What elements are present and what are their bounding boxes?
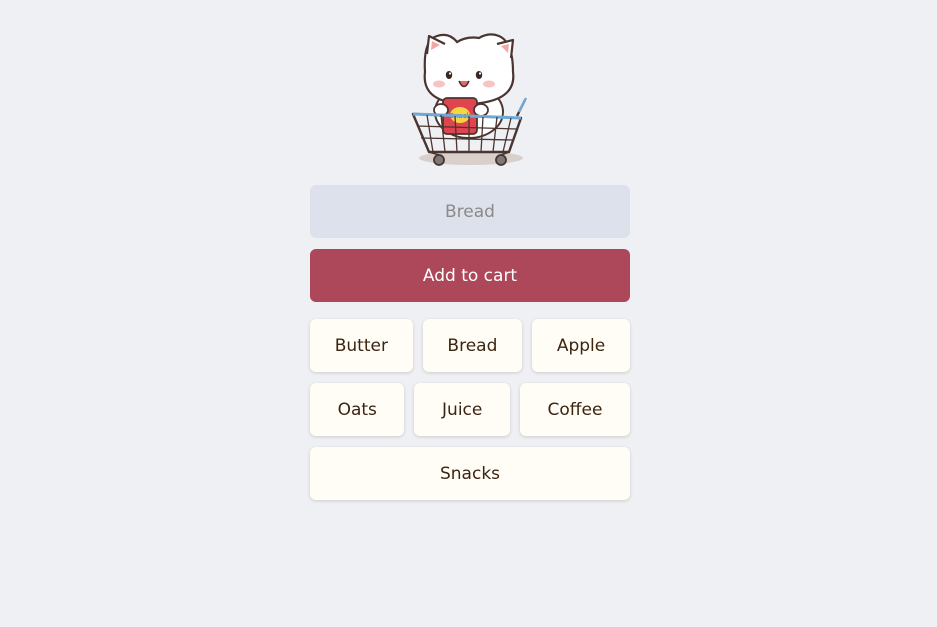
list-item-bread[interactable]: Bread [422,319,523,372]
list-item-snacks[interactable]: Snacks [310,447,630,500]
list-item-juice[interactable]: Juice [414,383,510,436]
items-list: Butter Bread Apple Oats Juice Coffee Sna… [310,319,630,500]
cat-in-shopping-cart-icon: Snack [405,28,535,170]
cart-form: Add to cart Butter Bread Apple Oats Juic… [310,185,630,500]
list-item-butter[interactable]: Butter [310,319,413,372]
list-item-apple[interactable]: Apple [532,319,630,372]
add-to-cart-button[interactable]: Add to cart [310,249,630,302]
app: Snack [0,0,937,627]
item-input[interactable] [310,185,630,238]
list-item-oats[interactable]: Oats [310,383,405,436]
list-item-coffee[interactable]: Coffee [519,383,630,436]
